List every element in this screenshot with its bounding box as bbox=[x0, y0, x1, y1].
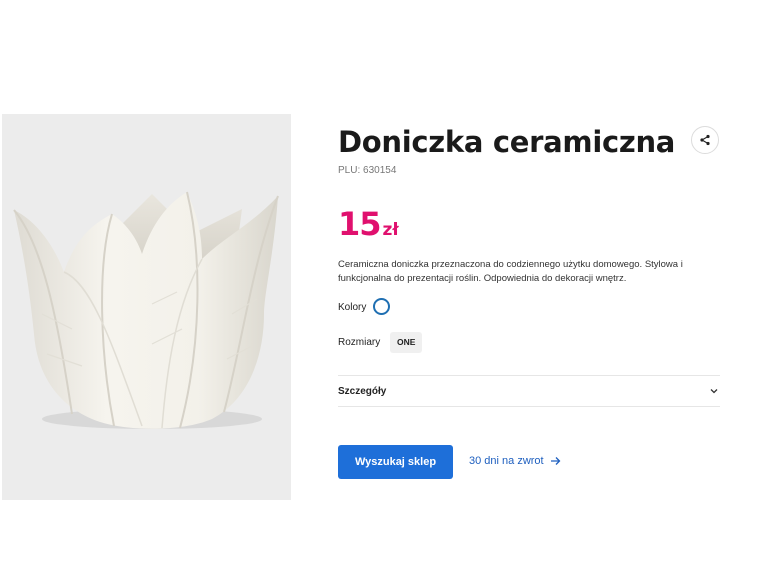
share-icon bbox=[700, 134, 710, 146]
ceramic-pot-illustration bbox=[2, 114, 291, 500]
size-option-one[interactable]: ONE bbox=[390, 332, 423, 353]
color-swatch[interactable] bbox=[373, 298, 390, 315]
sizes-label: Rozmiary bbox=[338, 337, 381, 348]
product-plu: PLU: 630154 bbox=[338, 165, 397, 176]
product-image bbox=[2, 114, 291, 500]
return-policy-link[interactable]: 30 dni na zwrot bbox=[469, 455, 561, 467]
share-button[interactable] bbox=[691, 126, 719, 154]
chevron-down-icon bbox=[710, 389, 718, 394]
colors-label: Kolory bbox=[338, 302, 367, 313]
price-amount: 15 bbox=[338, 205, 382, 243]
product-description: Ceramiczna doniczka przeznaczona do codz… bbox=[338, 259, 683, 284]
arrow-right-icon bbox=[550, 457, 561, 465]
find-store-button[interactable]: Wyszukaj sklep bbox=[338, 445, 453, 479]
product-title: Doniczka ceramiczna bbox=[338, 125, 676, 159]
details-accordion[interactable]: Szczegóły bbox=[338, 375, 720, 407]
product-price: 15 zł bbox=[338, 205, 399, 243]
details-label: Szczegóły bbox=[338, 385, 387, 397]
return-link-label: 30 dni na zwrot bbox=[469, 455, 544, 467]
price-currency: zł bbox=[382, 220, 399, 240]
